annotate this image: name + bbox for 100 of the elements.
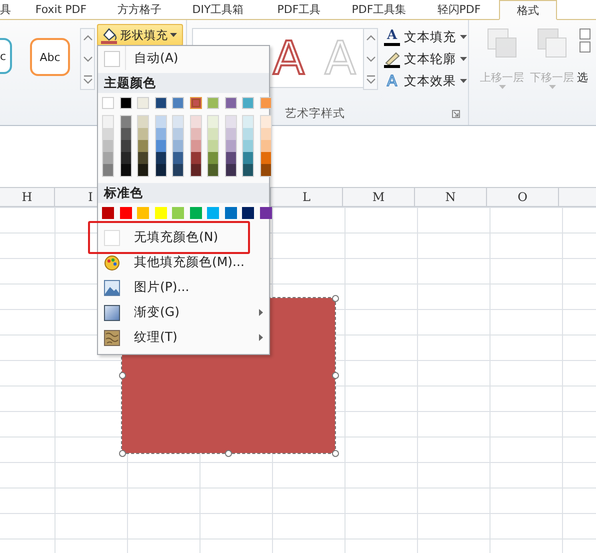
menu-item[interactable]: 渐变(G) [98,300,269,325]
ribbon-tab[interactable]: Foxit PDF [20,0,102,19]
color-swatch[interactable] [120,116,130,128]
color-swatch[interactable] [190,128,200,140]
color-swatch[interactable] [138,116,148,128]
menu-item[interactable]: 无填充颜色(N) [98,225,242,250]
resize-handle[interactable] [118,372,126,378]
color-swatch[interactable] [102,207,114,219]
column-header[interactable]: O [487,188,559,206]
color-swatch[interactable] [190,97,202,109]
color-swatch[interactable] [173,128,183,140]
color-swatch[interactable] [190,164,200,176]
color-swatch[interactable] [243,128,253,140]
shape-fill-button[interactable]: 形状填充 [97,24,183,46]
wordart-command-button[interactable]: A 文本填充 [384,26,467,48]
color-swatch[interactable] [260,140,270,152]
color-swatch[interactable] [260,164,270,176]
color-swatch[interactable] [260,152,270,164]
color-swatch[interactable] [243,164,253,176]
text-fill-glyph: A [384,28,400,46]
color-swatch[interactable] [208,140,218,152]
wordart-command-button[interactable]: A 文本效果 [384,70,467,92]
color-swatch[interactable] [207,207,219,219]
color-swatch[interactable] [208,116,218,128]
caret-icon [460,79,467,83]
color-swatch[interactable] [156,116,166,128]
color-swatch[interactable] [103,164,113,176]
ribbon-tab[interactable]: 具 [0,0,20,19]
color-swatch[interactable] [156,140,166,152]
ribbon-tab[interactable]: PDF工具集 [339,0,419,19]
color-swatch[interactable] [226,152,236,164]
layers-icon [487,28,517,58]
shape-style-sample[interactable]: c [0,38,12,74]
menu-item[interactable]: 其他填充颜色(M)... [98,250,269,275]
column-header[interactable]: N [415,188,487,206]
dialog-launcher-icon[interactable] [452,110,460,118]
column-header[interactable]: M [343,188,415,206]
color-swatch[interactable] [226,140,236,152]
color-swatch[interactable] [156,152,166,164]
shape-style-sample[interactable]: Abc [30,38,70,76]
color-swatch[interactable] [138,140,148,152]
ribbon-tab[interactable]: DIY工具箱 [177,0,259,19]
column-header[interactable]: L [271,188,343,206]
wordart-sample[interactable]: A [273,35,304,81]
auto-color-item[interactable]: 自动(A) [98,46,269,71]
color-swatch[interactable] [103,140,113,152]
more-icon [364,74,376,84]
ribbon-tab[interactable]: PDF工具 [259,0,339,19]
color-swatch[interactable] [190,140,200,152]
color-swatch[interactable] [103,128,113,140]
color-swatch[interactable] [243,140,253,152]
color-swatch[interactable] [260,128,270,140]
color-swatch[interactable] [226,116,236,128]
column-header[interactable]: H [0,188,55,206]
text-effect-glyph: A [386,72,398,90]
color-swatch[interactable] [120,152,130,164]
color-swatch[interactable] [138,128,148,140]
color-swatch[interactable] [190,116,200,128]
texture-square-icon [104,330,120,346]
color-swatch[interactable] [173,152,183,164]
color-swatch[interactable] [138,152,148,164]
empty-swatch-icon [104,50,120,66]
color-swatch[interactable] [120,207,132,219]
color-swatch[interactable] [208,128,218,140]
color-swatch[interactable] [208,152,218,164]
ribbon-tab[interactable]: 轻闪PDF [419,0,499,19]
color-swatch[interactable] [173,164,183,176]
color-swatch[interactable] [120,140,130,152]
menu-item[interactable]: 图片(P)... [98,275,269,300]
arrange-button[interactable]: 选 [577,20,593,125]
color-swatch[interactable] [243,152,253,164]
color-swatch[interactable] [156,128,166,140]
color-swatch[interactable] [173,140,183,152]
color-swatch[interactable] [156,164,166,176]
color-swatch[interactable] [103,152,113,164]
resize-handle[interactable] [118,450,126,456]
ribbon-tab[interactable]: 格式 [499,0,557,20]
color-swatch[interactable] [190,152,200,164]
color-swatch[interactable] [190,207,202,219]
color-swatch[interactable] [243,116,253,128]
color-swatch[interactable] [120,164,130,176]
color-swatch[interactable] [224,207,236,219]
wordart-command-button[interactable]: 文本轮廓 [384,48,467,70]
color-swatch[interactable] [260,116,270,128]
color-swatch[interactable] [172,207,184,219]
color-swatch[interactable] [103,116,113,128]
pencil-icon [384,50,400,68]
caret-icon [170,33,177,37]
resize-handle[interactable] [332,294,338,302]
ribbon-tab[interactable]: 方方格子 [102,0,177,19]
color-swatch[interactable] [138,164,148,176]
color-swatch[interactable] [242,207,254,219]
color-swatch[interactable] [173,116,183,128]
menu-item[interactable]: 纹理(T) [98,325,269,350]
color-swatch[interactable] [208,164,218,176]
layers-icon [537,28,567,58]
color-swatch[interactable] [226,128,236,140]
color-swatch[interactable] [260,207,272,219]
color-swatch[interactable] [120,128,130,140]
color-swatch[interactable] [226,164,236,176]
